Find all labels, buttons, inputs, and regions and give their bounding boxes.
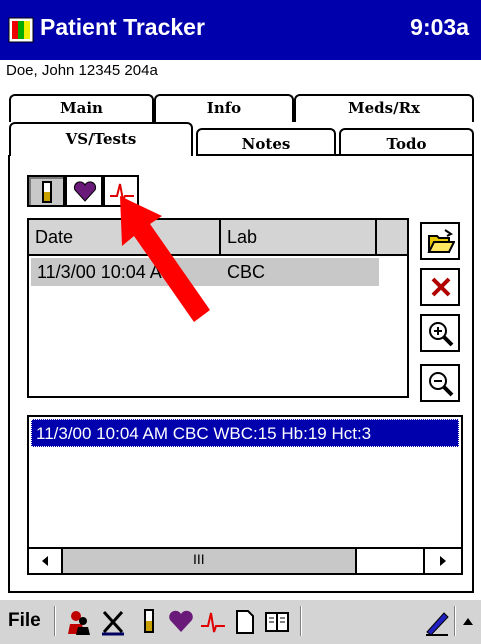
file-menu[interactable]: File xyxy=(8,610,41,632)
annotation-arrow-icon xyxy=(120,196,210,322)
test-tube-icon[interactable] xyxy=(136,608,162,636)
tab-meds-rx[interactable]: Meds/Rx xyxy=(294,94,474,122)
ecg-icon[interactable] xyxy=(200,608,226,636)
tests-mode-button[interactable] xyxy=(27,175,65,207)
column-header-lab[interactable]: Lab xyxy=(221,220,377,254)
zoom-out-icon xyxy=(429,372,454,397)
app-title: Patient Tracker xyxy=(40,14,205,40)
heart-icon xyxy=(73,181,97,202)
heart-icon[interactable] xyxy=(168,608,194,636)
scroll-thumb[interactable] xyxy=(355,549,425,573)
detail-selected-line[interactable]: 11/3/00 10:04 AM CBC WBC:15 Hb:19 Hct:3 xyxy=(31,419,459,447)
patients-icon[interactable] xyxy=(66,608,92,636)
new-note-icon[interactable] xyxy=(232,608,258,636)
title-bar: Patient Tracker 9:03a xyxy=(0,0,481,60)
toolbar-separator xyxy=(300,606,302,636)
delete-button[interactable] xyxy=(420,268,460,306)
column-header-extra xyxy=(377,220,407,254)
tab-notes[interactable]: Notes xyxy=(196,128,336,156)
vitals-mode-button[interactable] xyxy=(65,175,103,207)
horizontal-scrollbar[interactable]: III xyxy=(29,547,461,573)
bottom-toolbar: File xyxy=(0,598,481,644)
input-panel-toggle-icon[interactable] xyxy=(462,616,474,628)
patient-label: Doe, John 12345 204a xyxy=(6,62,158,79)
scroll-left-button[interactable] xyxy=(29,549,63,573)
arrow-right-icon xyxy=(440,556,446,566)
tab-vs-tests[interactable]: VS/Tests xyxy=(9,122,193,156)
test-tube-icon xyxy=(42,181,52,203)
book-icon[interactable] xyxy=(264,608,290,636)
clock[interactable]: 9:03a xyxy=(410,14,469,41)
scroll-right-button[interactable] xyxy=(425,549,461,573)
pen-input-icon[interactable] xyxy=(424,608,450,636)
open-button[interactable] xyxy=(420,222,460,260)
zoom-in-button[interactable] xyxy=(420,314,460,352)
toolbar-separator xyxy=(54,606,56,636)
scroll-track[interactable]: III xyxy=(63,549,355,573)
rx-icon[interactable] xyxy=(100,608,126,636)
tab-info[interactable]: Info xyxy=(154,94,294,122)
detail-pane[interactable]: 11/3/00 10:04 AM CBC WBC:15 Hb:19 Hct:3 … xyxy=(27,415,463,575)
delete-x-icon xyxy=(431,277,451,297)
zoom-out-button[interactable] xyxy=(420,364,460,402)
arrow-left-icon xyxy=(42,556,48,566)
toolbar-separator xyxy=(454,606,456,636)
tab-main[interactable]: Main xyxy=(9,94,154,122)
app-icon xyxy=(8,17,34,43)
tab-todo[interactable]: Todo xyxy=(339,128,474,156)
open-folder-icon xyxy=(427,229,455,253)
scroll-grip: III xyxy=(193,551,205,567)
row-lab: CBC xyxy=(227,262,266,282)
zoom-in-icon xyxy=(429,322,454,347)
